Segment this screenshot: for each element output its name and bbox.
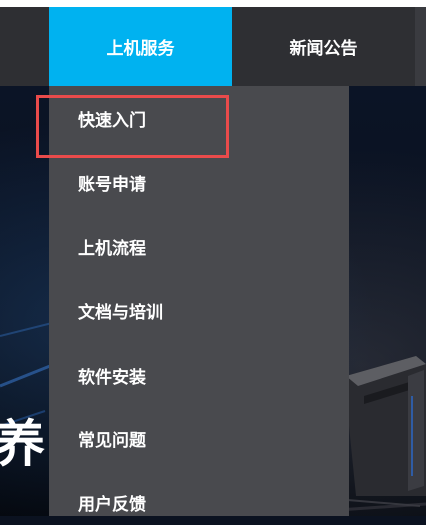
top-strip bbox=[0, 0, 426, 7]
menu-item-docs-training[interactable]: 文档与培训 bbox=[49, 287, 349, 333]
nav-tab-overflow[interactable] bbox=[415, 7, 426, 86]
nav-tab-services[interactable]: 上机服务 bbox=[49, 7, 232, 86]
menu-item-user-feedback[interactable]: 用户反馈 bbox=[49, 479, 349, 525]
menu-item-software-install[interactable]: 软件安装 bbox=[49, 352, 349, 398]
menu-item-usage-process[interactable]: 上机流程 bbox=[49, 223, 349, 269]
hero-heading-fragment: 养 bbox=[0, 415, 47, 473]
top-navbar: 上机服务 新闻公告 bbox=[0, 7, 426, 86]
menu-item-account-application[interactable]: 账号申请 bbox=[49, 159, 349, 205]
highlight-box bbox=[36, 95, 229, 158]
server-machine-graphic bbox=[346, 356, 426, 496]
nav-tab-news[interactable]: 新闻公告 bbox=[232, 7, 415, 86]
menu-item-faq[interactable]: 常见问题 bbox=[49, 415, 349, 461]
